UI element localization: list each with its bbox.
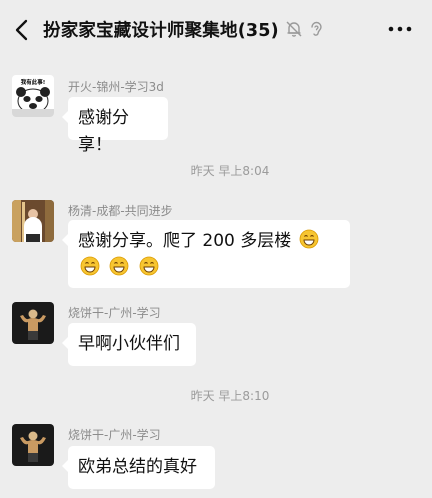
sender-name: 烧饼干-广州-学习 [68,306,161,320]
avatar[interactable]: 我有此事! [12,75,54,117]
grin-emoji-icon [139,256,159,276]
back-chevron-icon[interactable] [10,16,36,44]
avatar-caption: 我有此事! [21,78,46,86]
avatar[interactable] [12,424,54,466]
sender-name: 开火-锦州-学习3d [68,80,164,94]
message-bubble[interactable]: 感谢分享。爬了 200 多层楼 [62,220,350,288]
avatar[interactable] [12,200,54,242]
bell-off-icon [284,19,304,39]
sender-name: 烧饼干-广州-学习 [68,428,161,442]
chat-title: 扮家家宝藏设计师聚集地(35) [43,21,279,41]
message-bubble[interactable]: 感谢分享！ [62,97,168,155]
message-text: 欧弟总结的真好 [78,457,197,477]
chat-header: 扮家家宝藏设计师聚集地(35) [0,0,432,60]
message-text: 早啊小伙伴们 [78,334,180,354]
grin-emoji-icon [299,229,319,249]
timestamp: 昨天 早上8:04 [190,164,270,178]
message-text: 感谢分享。爬了 200 多层楼 [78,231,292,251]
grin-emoji-icon [80,256,100,276]
grin-emoji-icon [110,256,129,276]
avatar[interactable] [12,302,54,344]
more-dots-icon[interactable] [386,18,414,40]
message-bubble[interactable]: 早啊小伙伴们 [62,323,196,366]
timestamp: 昨天 早上8:10 [190,389,270,403]
message-text: 感谢分享！ [78,108,129,155]
ear-icon [306,19,326,39]
sender-name: 杨清-成都-共同进步 [68,204,173,218]
message-bubble[interactable]: 欧弟总结的真好 [62,446,215,489]
